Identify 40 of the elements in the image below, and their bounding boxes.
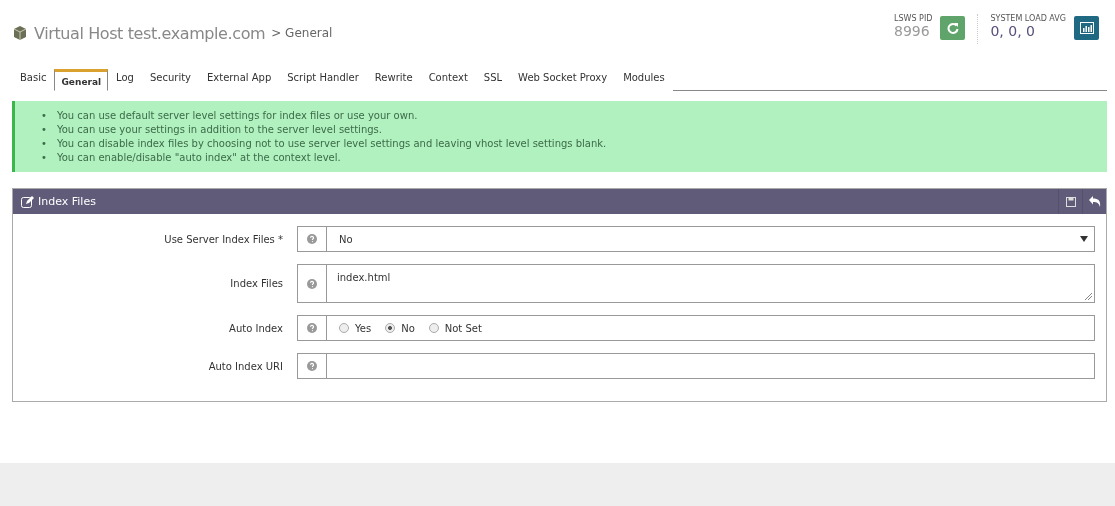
resize-grip-icon[interactable] xyxy=(1085,293,1092,300)
bullet: • xyxy=(41,123,47,137)
bullet: • xyxy=(41,151,47,165)
field-label: Index Files xyxy=(229,278,284,289)
refresh-icon xyxy=(946,22,959,34)
bullet: • xyxy=(41,137,47,151)
undo-icon xyxy=(1088,196,1101,207)
page-title: Virtual Host test.example.com xyxy=(34,23,266,43)
stat-label: SYSTEM LOAD AVG xyxy=(990,14,1066,23)
stat-label: LSWS PID xyxy=(894,14,933,23)
field-label: Auto Index URI xyxy=(207,360,284,372)
floppy-icon xyxy=(1065,196,1076,207)
text-area[interactable]: index.html xyxy=(297,264,1095,303)
load-value: 0, 0, 0 xyxy=(990,23,1036,39)
panel-title: Index Files xyxy=(38,195,97,208)
chart-button[interactable] xyxy=(1074,16,1099,40)
help-icon[interactable] xyxy=(307,323,317,333)
info-note: You can enable/disable "auto index" at the context level. xyxy=(56,151,341,165)
info-note: You can use your settings in addition to the server level settings. xyxy=(56,123,382,137)
help-icon[interactable] xyxy=(307,361,317,371)
caret-icon xyxy=(1080,236,1088,242)
cube-icon xyxy=(12,25,28,41)
bar-chart-icon xyxy=(1079,22,1094,34)
tab[interactable]: General xyxy=(54,69,109,91)
radio-option[interactable]: No xyxy=(385,322,415,334)
restart-button[interactable] xyxy=(940,16,966,40)
field-label: Auto Index xyxy=(228,322,284,334)
info-note: You can use default server level settings for index files or use your own. xyxy=(56,109,418,123)
radio-option[interactable]: Yes xyxy=(339,322,372,334)
help-icon[interactable] xyxy=(307,234,317,244)
info-note: You can disable index files by choosing not to use server level settings and leaving vhost level settings blank. xyxy=(56,137,607,151)
bullet: • xyxy=(41,109,47,123)
radio-option[interactable]: Not Set xyxy=(428,322,482,334)
select-field[interactable]: No xyxy=(297,226,1095,252)
pid-value: 8996 xyxy=(894,23,931,39)
help-icon[interactable] xyxy=(307,278,317,289)
field-label: Use Server Index Files * xyxy=(163,233,284,245)
input-field[interactable] xyxy=(297,353,1095,379)
edit-icon xyxy=(21,195,34,208)
breadcrumb: > General xyxy=(271,26,333,40)
